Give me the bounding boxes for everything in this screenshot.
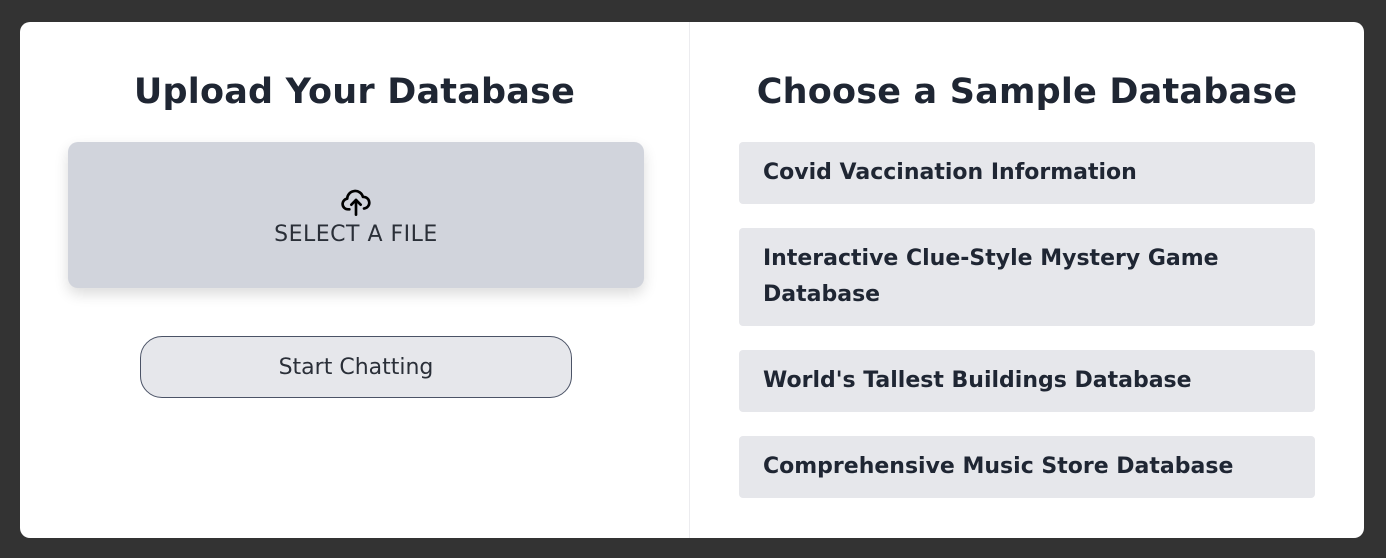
upload-title: Upload Your Database	[133, 72, 576, 112]
main-card: Upload Your Database SELECT A FILE Start…	[20, 22, 1364, 538]
select-file-label: SELECT A FILE	[274, 221, 438, 247]
file-dropzone[interactable]: SELECT A FILE	[68, 142, 644, 288]
sample-database-item[interactable]: World's Tallest Buildings Database	[739, 350, 1315, 412]
upload-panel: Upload Your Database SELECT A FILE Start…	[20, 22, 690, 538]
sample-panel: Choose a Sample Database Covid Vaccinati…	[690, 22, 1364, 538]
sample-database-item[interactable]: Interactive Clue-Style Mystery Game Data…	[739, 228, 1315, 326]
cloud-upload-icon	[340, 186, 372, 218]
sample-title: Choose a Sample Database	[756, 72, 1298, 112]
sample-database-item[interactable]: Comprehensive Music Store Database	[739, 436, 1315, 498]
start-chatting-button[interactable]: Start Chatting	[140, 336, 572, 398]
sample-database-item[interactable]: Covid Vaccination Information	[739, 142, 1315, 204]
sample-database-list: Covid Vaccination Information Interactiv…	[739, 142, 1315, 522]
